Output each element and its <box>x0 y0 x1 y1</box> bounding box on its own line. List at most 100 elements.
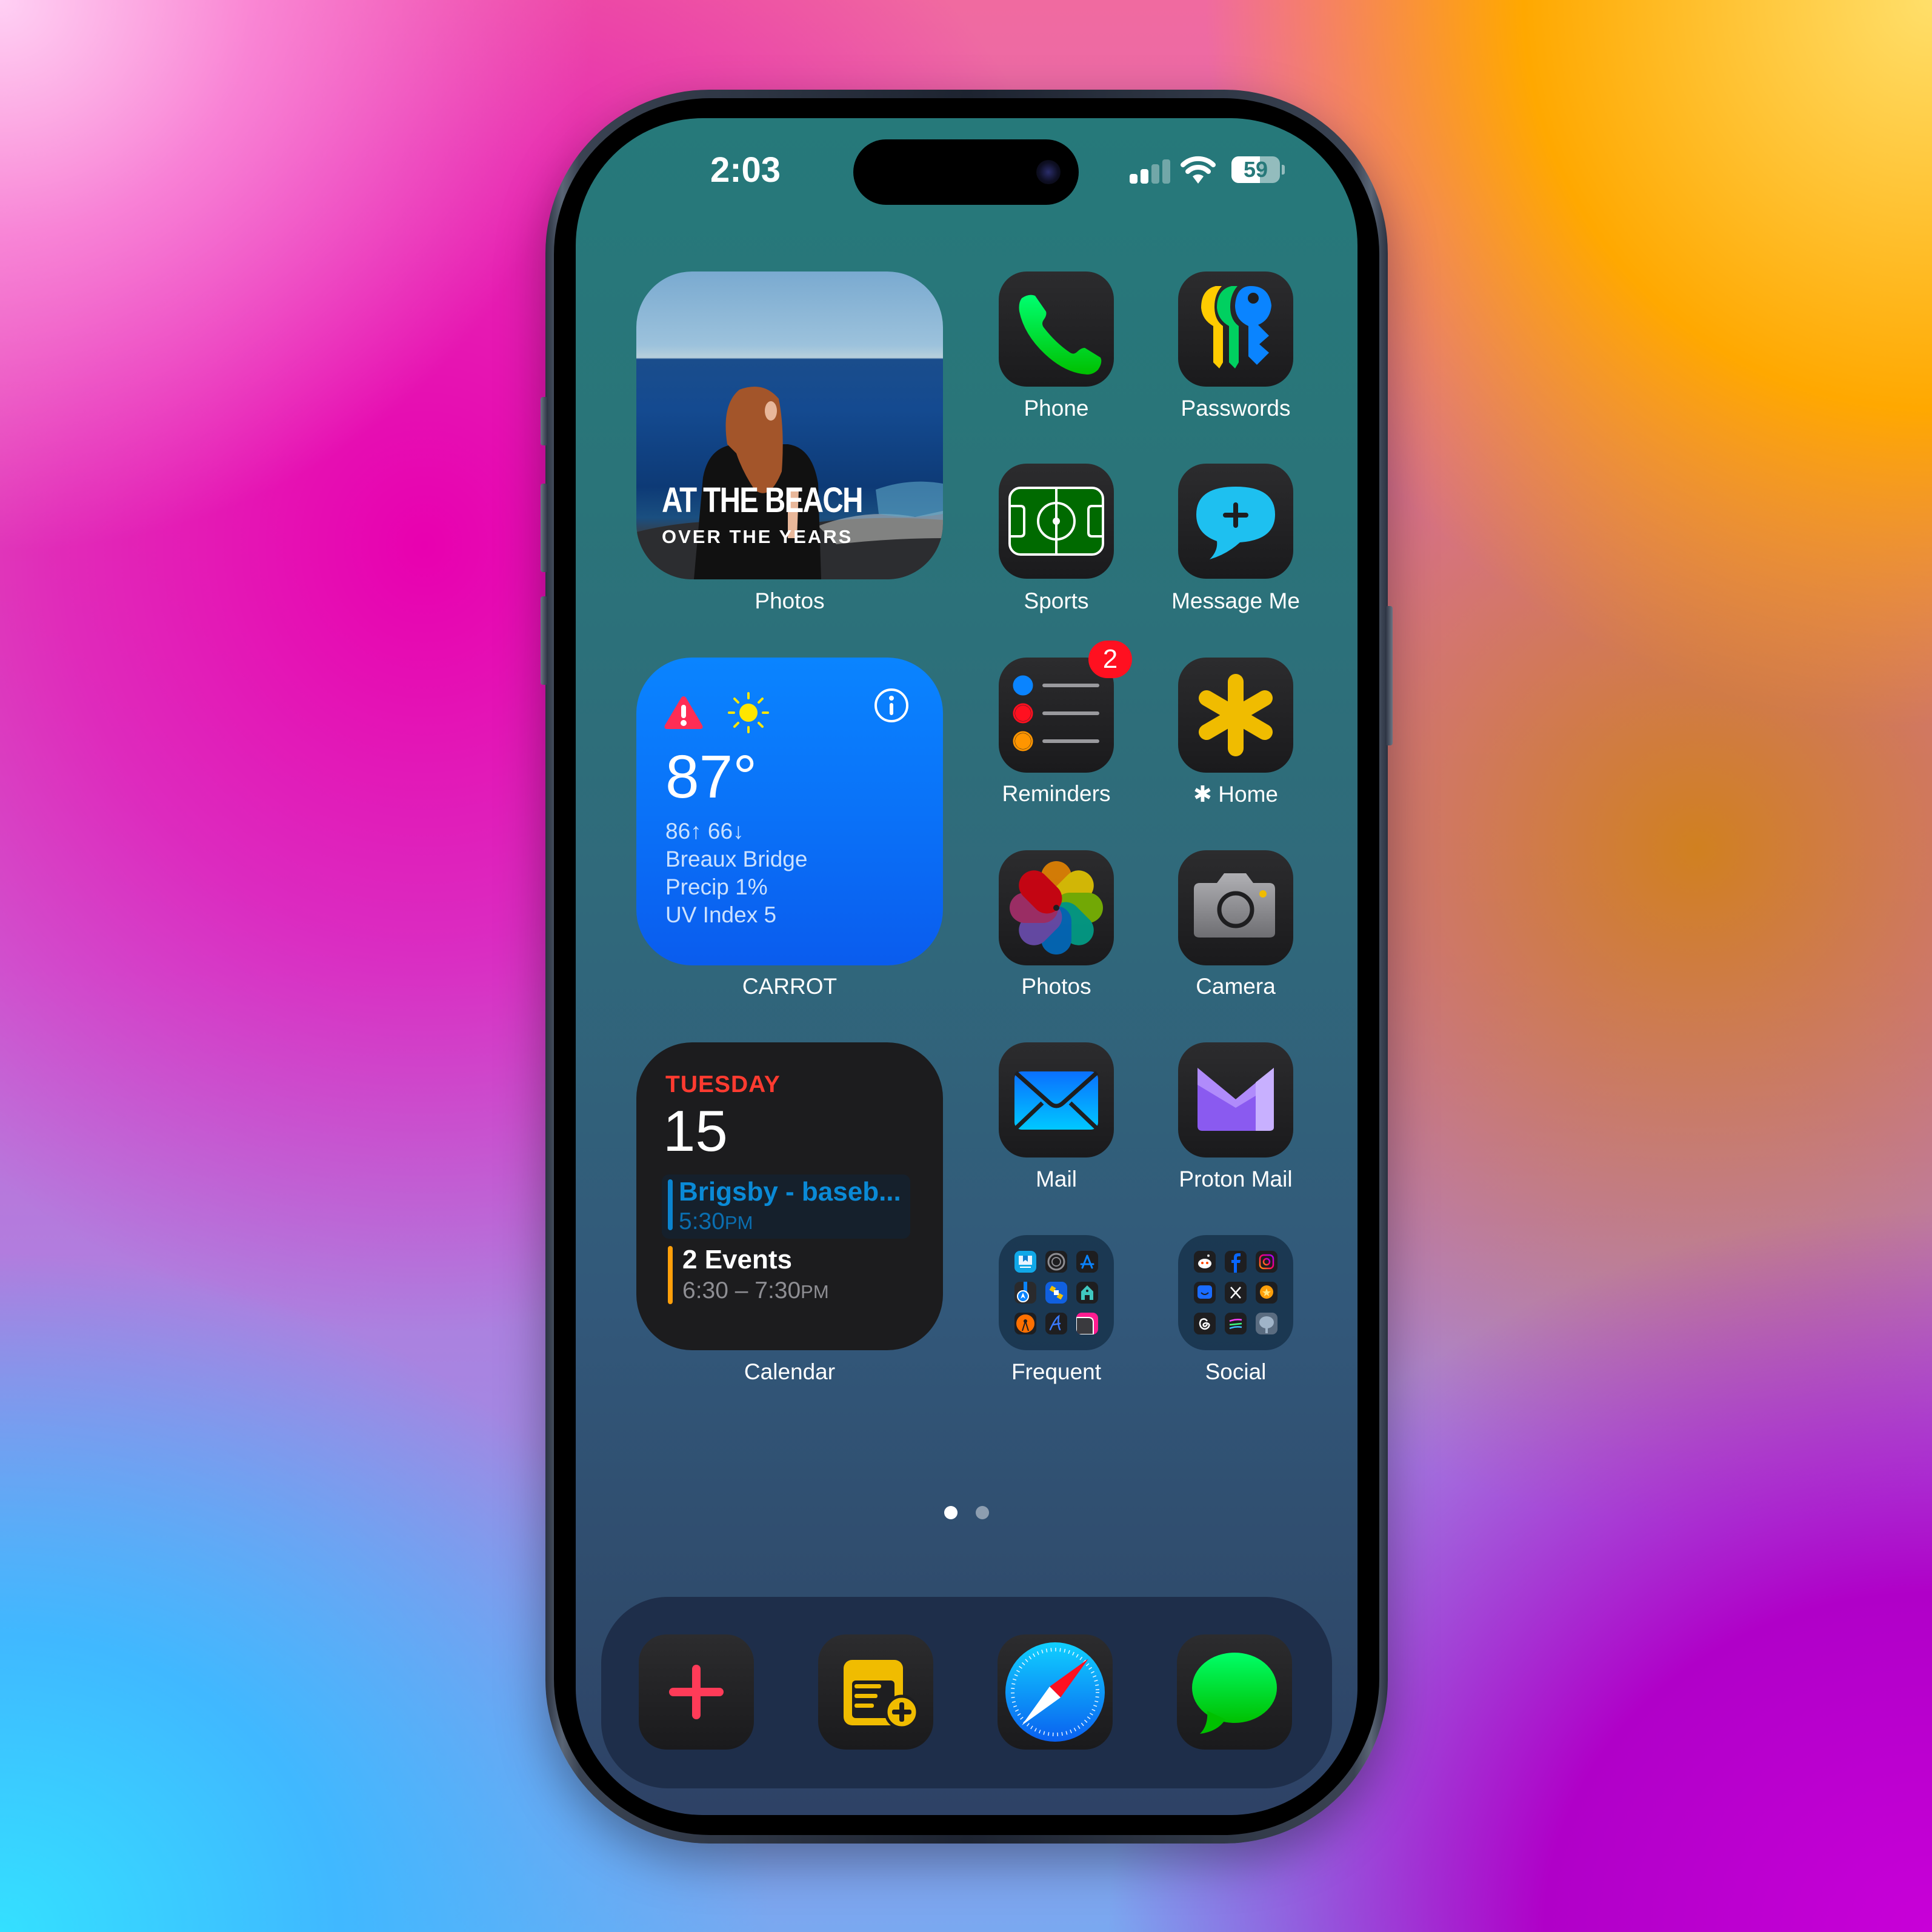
home-app-icon <box>1076 1282 1098 1304</box>
threads-icon <box>1194 1313 1216 1334</box>
calendar-date: 15 <box>663 1099 728 1164</box>
app-label: Phone <box>1024 396 1089 421</box>
weather-widget-label: CARROT <box>742 974 838 999</box>
action-button[interactable] <box>541 397 548 445</box>
messages-bubble-icon <box>1192 1653 1277 1734</box>
current-temperature: 87° <box>665 743 758 811</box>
camera-icon <box>1194 873 1275 938</box>
x-icon <box>1225 1282 1247 1304</box>
mastodon-elephant-icon <box>1256 1313 1277 1334</box>
app-label: ✱ Home <box>1193 782 1278 807</box>
event-time: 6:30 – 7:30PM <box>682 1277 829 1304</box>
front-camera-icon <box>1036 160 1061 184</box>
overcast-podcast-icon <box>1014 1313 1036 1334</box>
app-photos[interactable] <box>999 850 1114 965</box>
status-time: 2:03 <box>710 150 781 190</box>
calendar-event[interactable]: 2 Events 6:30 – 7:30PM <box>662 1245 910 1308</box>
weather-location: Breaux Bridge <box>665 847 808 871</box>
asterisk-icon <box>1199 674 1273 756</box>
app-label: Mail <box>1036 1167 1077 1191</box>
star-chat-icon <box>1256 1282 1277 1304</box>
uv-index: UV Index 5 <box>665 902 777 927</box>
photos-widget-label: Photos <box>754 588 825 613</box>
cellular-signal-icon <box>1130 159 1172 184</box>
instagram-icon <box>1256 1251 1277 1273</box>
satellite-icon <box>1045 1282 1067 1304</box>
battery-icon: 59 <box>1231 156 1285 183</box>
dock <box>601 1597 1332 1788</box>
app-label: Passwords <box>1181 396 1291 421</box>
dock-app-note-add[interactable] <box>818 1634 933 1750</box>
app-passwords[interactable] <box>1178 271 1293 387</box>
reddit-icon <box>1194 1251 1216 1273</box>
battery-percent: 59 <box>1243 157 1268 182</box>
dock-app-messages[interactable] <box>1177 1634 1292 1750</box>
event-time-value: 6:30 – 7:30 <box>682 1277 801 1304</box>
proton-mail-icon <box>1198 1068 1274 1131</box>
folder-label: Frequent <box>1011 1359 1102 1384</box>
envelope-icon <box>1014 1071 1099 1130</box>
app-label: Proton Mail <box>1179 1167 1293 1191</box>
calendar-event[interactable]: Brigsby - baseb... 5:30PM <box>662 1174 910 1239</box>
dynamic-island <box>853 139 1079 205</box>
photo-memory-subtitle: OVER THE YEARS <box>662 526 853 547</box>
note-add-icon <box>844 1660 919 1730</box>
volume-up-button[interactable] <box>541 484 548 572</box>
folder-label: Social <box>1205 1359 1267 1384</box>
screen-share-icon <box>1014 1251 1036 1273</box>
dock-app-add[interactable] <box>639 1634 754 1750</box>
app-home-asterisk[interactable] <box>1178 658 1293 773</box>
event-time: 5:30PM <box>679 1208 753 1235</box>
chat-plus-icon <box>1196 487 1275 559</box>
page-dot[interactable] <box>976 1506 989 1519</box>
app-store-icon <box>1076 1251 1098 1273</box>
photos-flower-icon <box>1010 861 1103 954</box>
app-label: Message Me <box>1171 588 1300 613</box>
event-time-suffix: PM <box>724 1212 753 1233</box>
power-button[interactable] <box>1385 606 1393 745</box>
event-title: Brigsby - baseb... <box>679 1177 901 1207</box>
precipitation: Precip 1% <box>665 874 768 899</box>
app-sports[interactable] <box>999 464 1114 579</box>
folder-social[interactable] <box>1178 1235 1293 1350</box>
wallpaper-icon <box>1076 1313 1098 1334</box>
event-color-bar <box>668 1179 673 1230</box>
app-camera[interactable] <box>1178 850 1293 965</box>
wifi-icon <box>1181 156 1216 184</box>
event-time-value: 5:30 <box>679 1208 725 1234</box>
photos-widget[interactable]: AT THE BEACH OVER THE YEARS <box>636 271 943 579</box>
calendar-widget[interactable]: TUESDAY 15 Brigsby - baseb... 5:30PM 2 E… <box>636 1042 943 1350</box>
app-proton-mail[interactable] <box>1178 1042 1293 1158</box>
carrot-weather-widget[interactable]: 87° 86↑ 66↓ Breaux Bridge Precip 1% UV I… <box>636 658 943 965</box>
feeds-icon <box>1225 1313 1247 1334</box>
calendar-widget-label: Calendar <box>744 1359 836 1384</box>
page-indicator[interactable] <box>944 1506 993 1521</box>
page-dot-active[interactable] <box>944 1506 958 1519</box>
event-color-bar <box>668 1246 673 1304</box>
app-label: Reminders <box>1002 781 1111 806</box>
info-icon[interactable] <box>874 688 909 723</box>
plus-icon <box>669 1665 724 1719</box>
app-phone[interactable] <box>999 271 1114 387</box>
facebook-icon <box>1225 1251 1247 1273</box>
event-title: 2 Events <box>682 1245 792 1274</box>
app-label: Camera <box>1196 974 1276 999</box>
volume-down-button[interactable] <box>541 596 548 685</box>
app-message-me[interactable] <box>1178 464 1293 579</box>
groupme-icon <box>1194 1282 1216 1304</box>
high-low-temperature: 86↑ 66↓ <box>665 819 744 844</box>
dock-app-safari[interactable] <box>998 1634 1113 1750</box>
app-label: Photos <box>1021 974 1091 999</box>
event-time-suffix: PM <box>801 1281 829 1302</box>
safari-compass-icon <box>1005 1642 1105 1742</box>
notification-badge: 2 <box>1088 641 1132 678</box>
app-mail[interactable] <box>999 1042 1114 1158</box>
sun-icon <box>728 692 769 733</box>
script-a-icon <box>1045 1313 1067 1334</box>
keys-icon <box>1201 286 1271 368</box>
photo-memory-title: AT THE BEACH <box>662 481 863 520</box>
home-screen: 2:03 59 AT THE BEACH OVER THE YEARS Phot <box>576 118 1357 1815</box>
folder-frequent[interactable] <box>999 1235 1114 1350</box>
calendar-weekday: TUESDAY <box>665 1071 781 1098</box>
soccer-field-icon <box>1008 487 1104 556</box>
